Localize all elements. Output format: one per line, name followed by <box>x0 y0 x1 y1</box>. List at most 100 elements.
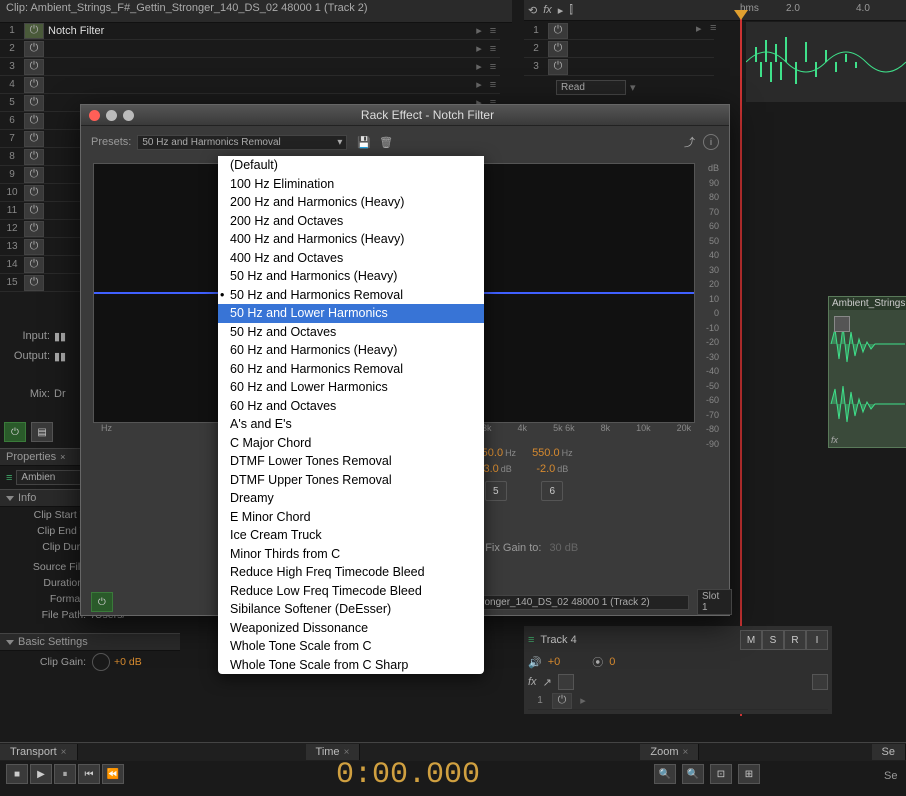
zoom-in-h-button[interactable]: 🔍 <box>654 764 676 784</box>
record-button[interactable]: R <box>784 630 806 650</box>
fx-icon[interactable]: fx <box>543 4 552 16</box>
preset-option[interactable]: 400 Hz and Harmonics (Heavy) <box>218 230 484 249</box>
skip-back-button[interactable]: ⏮ <box>78 764 100 784</box>
preset-option[interactable]: Sibilance Softener (DeEsser) <box>218 600 484 619</box>
slot-power-button[interactable]: ⏻ <box>24 203 44 219</box>
slot-power-button[interactable]: ⏻ <box>24 59 44 75</box>
effect-slot[interactable]: 4 ⏻ ▸ ≡ <box>0 76 500 94</box>
preset-dropdown-list[interactable]: (Default)100 Hz Elimination200 Hz and Ha… <box>218 156 484 674</box>
preset-option[interactable]: 200 Hz and Octaves <box>218 212 484 231</box>
track-toggle-1[interactable] <box>558 674 574 690</box>
applied-slot[interactable]: Slot 1 <box>697 589 732 615</box>
pause-button[interactable]: ⏸ <box>54 764 76 784</box>
band-button[interactable]: 5 <box>485 481 507 501</box>
preset-option[interactable]: 200 Hz and Harmonics (Heavy) <box>218 193 484 212</box>
effect-slot[interactable]: 3 ⏻ ▸ ≡ <box>0 58 500 76</box>
effect-power-button[interactable]: ⏻ <box>91 592 113 612</box>
preset-option[interactable]: Dreamy <box>218 489 484 508</box>
preset-option[interactable]: Reduce High Freq Timecode Bleed <box>218 563 484 582</box>
slot-power-button[interactable]: ⏻ <box>24 221 44 237</box>
fix-gain-value[interactable]: 30 dB <box>549 542 578 554</box>
maximize-icon[interactable] <box>123 110 134 121</box>
preset-option[interactable]: 100 Hz Elimination <box>218 175 484 194</box>
slot-menu-icon[interactable]: ▸ <box>472 78 486 91</box>
slot-power-button[interactable]: ⏻ <box>24 239 44 255</box>
close-icon[interactable] <box>89 110 100 121</box>
slot-power-button[interactable]: ⏻ <box>548 23 568 39</box>
rack-power-button[interactable]: ⏻ <box>4 422 26 442</box>
preset-option[interactable]: 60 Hz and Octaves <box>218 397 484 416</box>
timeline-ruler[interactable]: hms 2.0 4.0 <box>736 0 906 20</box>
slot-power-button[interactable]: ⏻ <box>24 275 44 291</box>
preset-option[interactable]: Minor Thirds from C <box>218 545 484 564</box>
preset-option[interactable]: 400 Hz and Octaves <box>218 249 484 268</box>
track-slot-menu[interactable]: ▸ <box>576 694 590 707</box>
right-slot[interactable]: 2⏻ <box>524 40 714 58</box>
knob-icon[interactable] <box>92 653 110 671</box>
slot-power-button[interactable]: ⏻ <box>548 41 568 57</box>
rewind-button[interactable]: ⏪ <box>102 764 124 784</box>
preset-option[interactable]: 50 Hz and Lower Harmonics <box>218 304 484 323</box>
preset-option[interactable]: 60 Hz and Harmonics (Heavy) <box>218 341 484 360</box>
slot-power-button[interactable]: ⏻ <box>24 113 44 129</box>
stop-button[interactable]: ■ <box>6 764 28 784</box>
track-pan[interactable]: 0 <box>609 656 615 668</box>
marker-icon[interactable]: ▸ <box>558 4 564 17</box>
slot-power-button[interactable]: ⏻ <box>24 95 44 111</box>
slot-menu-icon[interactable]: ▸ <box>472 24 486 37</box>
band-button[interactable]: 6 <box>541 481 563 501</box>
window-controls[interactable] <box>89 110 134 121</box>
read-mode[interactable]: Read <box>556 80 626 95</box>
preset-option[interactable]: A's and E's <box>218 415 484 434</box>
slot-power-button[interactable]: ⏻ <box>24 23 44 39</box>
zoom-sel-button[interactable]: ⊞ <box>738 764 760 784</box>
track-toggle-2[interactable] <box>812 674 828 690</box>
preset-option[interactable]: Reduce Low Freq Timecode Bleed <box>218 582 484 601</box>
slot-list-icon[interactable]: ≡ <box>486 43 500 55</box>
solo-button[interactable]: S <box>762 630 784 650</box>
track-slot-power[interactable]: ⏻ <box>552 693 572 709</box>
slot-power-button[interactable]: ⏻ <box>24 41 44 57</box>
zoom-tab[interactable]: Zoom× <box>640 744 699 760</box>
slot-menu-icon[interactable]: ≡ <box>710 22 716 34</box>
mute-button[interactable]: M <box>740 630 762 650</box>
presets-dropdown[interactable]: 50 Hz and Harmonics Removal ▾ <box>137 135 347 150</box>
preset-option[interactable]: 60 Hz and Harmonics Removal <box>218 360 484 379</box>
slot-power-button[interactable]: ⏻ <box>24 131 44 147</box>
clip-fx-icon[interactable]: fx <box>831 435 838 445</box>
effect-slot[interactable]: 1 ⏻ Notch Filter ▸ ≡ <box>0 22 500 40</box>
levels-icon[interactable]: ⫿ <box>569 4 573 17</box>
zoom-out-h-button[interactable]: 🔍 <box>682 764 704 784</box>
dialog-titlebar[interactable]: Rack Effect - Notch Filter <box>81 105 729 126</box>
slot-power-button[interactable]: ⏻ <box>548 59 568 75</box>
right-slot[interactable]: 1⏻ <box>524 22 714 40</box>
save-preset-icon[interactable]: 💾 <box>357 136 371 149</box>
preset-option[interactable]: 50 Hz and Harmonics Removal <box>218 286 484 305</box>
minimize-icon[interactable] <box>106 110 117 121</box>
playhead[interactable] <box>740 16 742 716</box>
slot-power-button[interactable]: ⏻ <box>24 185 44 201</box>
slot-menu-icon[interactable]: ▸ <box>472 42 486 55</box>
rack-edit-button[interactable]: ▤ <box>31 422 53 442</box>
band-gain[interactable]: -2.0 <box>536 463 555 475</box>
slot-menu-icon[interactable]: ▸ <box>472 60 486 73</box>
track-fx-icon[interactable]: fx <box>528 676 537 688</box>
slot-list-icon[interactable]: ≡ <box>486 61 500 73</box>
preset-option[interactable]: DTMF Upper Tones Removal <box>218 471 484 490</box>
slot-power-button[interactable]: ⏻ <box>24 167 44 183</box>
track-send-icon[interactable]: ↗ <box>543 676 552 689</box>
slot-list-icon[interactable]: ≡ <box>486 25 500 37</box>
right-slot[interactable]: 3⏻ <box>524 58 714 76</box>
track-monitor-button[interactable]: I <box>806 630 828 650</box>
slot-power-button[interactable]: ⏻ <box>24 257 44 273</box>
track-volume[interactable]: +0 <box>548 656 561 668</box>
preset-option[interactable]: Ice Cream Truck <box>218 526 484 545</box>
preset-option[interactable]: C Major Chord <box>218 434 484 453</box>
se-tab[interactable]: Se <box>872 744 906 760</box>
sidechain-icon[interactable]: ⤴ <box>684 134 695 150</box>
effect-slot[interactable]: 2 ⏻ ▸ ≡ <box>0 40 500 58</box>
overview-waveform[interactable] <box>746 22 906 102</box>
transport-tab[interactable]: Transport× <box>0 744 78 760</box>
preset-option[interactable]: 50 Hz and Harmonics (Heavy) <box>218 267 484 286</box>
slot-expand-icon[interactable]: ▸ <box>696 22 702 35</box>
